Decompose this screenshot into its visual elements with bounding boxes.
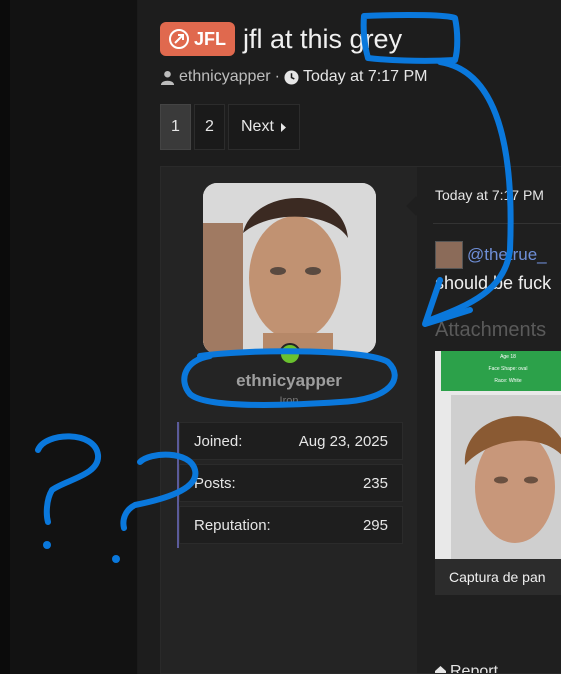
user-title: Iron (279, 395, 299, 407)
clock-icon (284, 69, 299, 85)
report-icon (435, 665, 446, 673)
thread-author[interactable]: ethnicyapper (179, 68, 271, 86)
online-status-indicator (279, 343, 301, 365)
attachment-thumbnail[interactable]: Age 18 Face Shape: oval Race: White Capt… (435, 351, 561, 595)
stat-value: 295 (362, 516, 388, 534)
thread-prefix-label: JFL (194, 28, 227, 49)
thread-time[interactable]: Today at 7:17 PM (303, 68, 428, 86)
stat-label: Posts: (194, 474, 236, 492)
post-username[interactable]: ethnicyapper (161, 371, 417, 391)
attachment-line: Race: White (494, 378, 522, 384)
post-date[interactable]: Today at 7:17 PM (435, 187, 544, 203)
page-1-button[interactable]: 1 (160, 104, 191, 150)
thread-title: jfl at this grey (243, 23, 403, 54)
stat-label: Joined: (194, 432, 243, 450)
pagination: 1 2 Next (160, 104, 300, 150)
avatar-photo (203, 183, 376, 354)
thread-title-row: JFL jfl at this grey (160, 22, 402, 56)
stat-posts: Posts: 235 (179, 464, 403, 502)
stat-reputation: Reputation: 295 (179, 506, 403, 544)
page-2-button[interactable]: 2 (194, 104, 225, 150)
attachments-heading: Attachments (435, 319, 547, 341)
avatar[interactable] (203, 183, 376, 354)
meta-separator: · (274, 68, 280, 85)
page-2-label: 2 (205, 118, 214, 135)
rocket-icon (169, 29, 189, 49)
thread-prefix[interactable]: JFL (160, 22, 236, 56)
caret-right-icon (280, 122, 286, 132)
stat-value: Aug 23, 2025 (298, 432, 388, 450)
next-page-label: Next (241, 118, 274, 135)
sidebar-edge (0, 0, 10, 674)
user-stats: Joined: Aug 23, 2025 Posts: 235 Reputati… (177, 422, 403, 548)
attachment-caption: Captura de pan (435, 559, 561, 595)
left-sidebar (0, 0, 137, 674)
stat-value[interactable]: 235 (363, 475, 388, 492)
next-page-button[interactable]: Next (228, 104, 300, 150)
report-link[interactable]: Report (435, 663, 498, 673)
post-body: should be fuck (435, 273, 552, 293)
post-content: Today at 7:17 PM @thetrue_ should be fuc… (417, 167, 561, 673)
user-mention-link[interactable]: @thetrue_ (467, 245, 547, 265)
stat-label: Reputation: (194, 516, 271, 534)
report-label: Report (450, 663, 499, 673)
attachment-photo (451, 395, 561, 559)
attachment-line: Age 18 (500, 354, 516, 360)
attachment-line: Face Shape: oval (488, 366, 528, 372)
post: ethnicyapper Iron Joined: Aug 23, 2025 P… (160, 166, 561, 674)
post-divider (433, 223, 561, 224)
thread-meta: ethnicyapper · Today at 7:17 PM (160, 68, 427, 86)
page-1-label: 1 (171, 118, 180, 135)
user-icon (160, 70, 175, 85)
stat-joined: Joined: Aug 23, 2025 (179, 422, 403, 460)
attachment-info-banner: Age 18 Face Shape: oval Race: White (441, 351, 561, 391)
mention-row: @thetrue_ (435, 241, 547, 269)
mention-avatar[interactable] (435, 241, 463, 269)
post-user-panel: ethnicyapper Iron Joined: Aug 23, 2025 P… (161, 167, 417, 673)
